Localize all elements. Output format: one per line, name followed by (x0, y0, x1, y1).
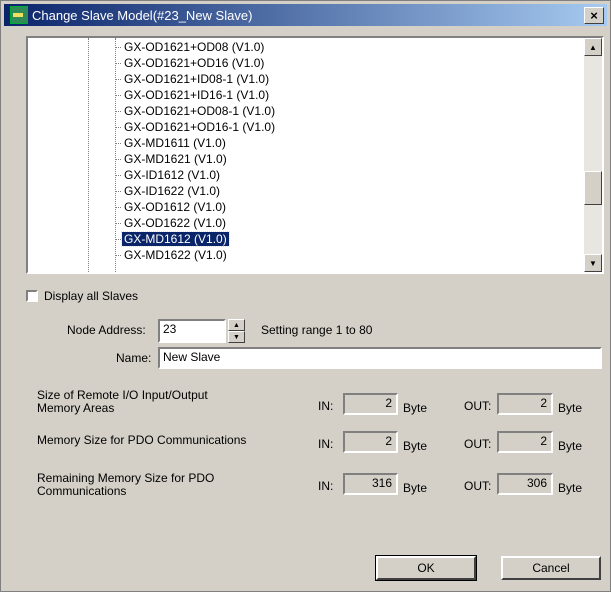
tree-item[interactable]: GX-OD1621+OD16-1 (V1.0) (115, 119, 277, 135)
pdo-in-size-value: 2 (343, 431, 398, 453)
tree-item-label: GX-ID1622 (V1.0) (124, 184, 221, 198)
tree-branch-line (115, 190, 121, 192)
out-label: OUT: (464, 399, 492, 413)
pdo-out-size-value: 2 (497, 431, 553, 453)
tree-branch-line (115, 222, 121, 224)
memory-row-label: Size of Remote I/O Input/Output Memory A… (37, 388, 208, 415)
tree-vertical-scrollbar[interactable]: ▲ ▼ (584, 38, 602, 272)
tree-item-label: GX-OD1621+OD16-1 (V1.0) (124, 120, 276, 134)
tree-item[interactable]: GX-OD1621+OD08 (V1.0) (115, 39, 266, 55)
tree-item-label: GX-MD1612 (V1.0) (121, 231, 230, 247)
tree-item[interactable]: GX-OD1622 (V1.0) (115, 215, 228, 231)
display-all-slaves-checkbox[interactable] (26, 290, 38, 302)
spin-down-arrow-icon[interactable]: ▼ (228, 331, 245, 343)
tree-item[interactable]: GX-OD1621+ID08-1 (V1.0) (115, 71, 271, 87)
tree-branch-line (115, 94, 121, 96)
out-label: OUT: (464, 437, 492, 451)
tree-item[interactable]: GX-MD1622 (V1.0) (115, 247, 229, 263)
app-icon (10, 6, 28, 24)
node-address-input[interactable]: 23 (158, 319, 226, 343)
tree-item-label: GX-MD1621 (V1.0) (124, 152, 227, 166)
byte-unit: Byte (403, 439, 428, 453)
tree-item[interactable]: GX-OD1612 (V1.0) (115, 199, 228, 215)
display-all-slaves-option[interactable]: Display all Slaves (26, 289, 138, 303)
tree-item[interactable]: GX-MD1621 (V1.0) (115, 151, 229, 167)
window-title: Change Slave Model(#23_New Slave) (32, 7, 253, 23)
memory-row-label: Remaining Memory Size for PDO Communicat… (37, 471, 215, 498)
byte-unit: Byte (558, 401, 583, 415)
title-bar[interactable]: Change Slave Model(#23_New Slave) × (4, 4, 607, 26)
tree-branch-line (115, 110, 121, 112)
out-label: OUT: (464, 479, 492, 493)
tree-item-label: GX-OD1621+OD16 (V1.0) (124, 56, 265, 70)
tree-item-label: GX-OD1622 (V1.0) (124, 216, 227, 230)
byte-unit: Byte (403, 401, 428, 415)
slave-model-tree[interactable]: GX-OD1621+OD08 (V1.0) GX-OD1621+OD16 (V1… (26, 36, 604, 274)
tree-item[interactable]: GX-MD1611 (V1.0) (115, 135, 228, 151)
tree-branch-line (115, 174, 121, 176)
byte-unit: Byte (558, 439, 583, 453)
in-label: IN: (318, 479, 334, 493)
io-in-size-value: 2 (343, 393, 398, 415)
memory-row-label: Memory Size for PDO Communications (37, 433, 247, 447)
tree-item-label: GX-OD1621+OD08-1 (V1.0) (124, 104, 276, 118)
tree-item-label: GX-MD1611 (V1.0) (124, 136, 226, 150)
tree-item-label: GX-OD1612 (V1.0) (124, 200, 227, 214)
scroll-down-arrow-icon[interactable]: ▼ (584, 254, 602, 272)
tree-list: GX-OD1621+OD08 (V1.0) GX-OD1621+OD16 (V1… (28, 38, 584, 272)
byte-unit: Byte (558, 481, 583, 495)
display-all-slaves-label: Display all Slaves (44, 289, 139, 303)
tree-guide-line (88, 38, 89, 272)
io-out-size-value: 2 (497, 393, 553, 415)
pdo-remaining-in-value: 316 (343, 473, 398, 495)
in-label: IN: (318, 399, 334, 413)
tree-item-label: GX-OD1621+ID08-1 (V1.0) (124, 72, 270, 86)
tree-item-label: GX-OD1621+OD08 (V1.0) (124, 40, 265, 54)
tree-branch-line (115, 158, 121, 160)
scroll-thumb[interactable] (584, 171, 602, 205)
tree-branch-line (115, 238, 121, 240)
node-address-spinner[interactable]: ▲ ▼ (228, 319, 245, 343)
tree-branch-line (115, 46, 121, 48)
tree-branch-line (115, 206, 121, 208)
node-address-label: Node Address: (67, 323, 146, 337)
setting-range-text: Setting range 1 to 80 (261, 323, 373, 337)
tree-item[interactable]: GX-OD1621+OD16 (V1.0) (115, 55, 266, 71)
tree-item-label: GX-ID1612 (V1.0) (124, 168, 221, 182)
tree-item-selected[interactable]: GX-MD1612 (V1.0) (115, 231, 230, 247)
tree-item[interactable]: GX-OD1621+ID16-1 (V1.0) (115, 87, 271, 103)
change-slave-model-dialog: Change Slave Model(#23_New Slave) × GX-O… (0, 0, 611, 592)
tree-branch-line (115, 142, 121, 144)
tree-item-label: GX-MD1622 (V1.0) (124, 248, 227, 262)
tree-branch-line (115, 126, 121, 128)
tree-item[interactable]: GX-OD1621+OD08-1 (V1.0) (115, 103, 277, 119)
name-input[interactable]: New Slave (158, 347, 602, 369)
pdo-remaining-out-value: 306 (497, 473, 553, 495)
byte-unit: Byte (403, 481, 428, 495)
tree-branch-line (115, 78, 121, 80)
tree-item[interactable]: GX-ID1622 (V1.0) (115, 183, 222, 199)
cancel-button[interactable]: Cancel (501, 556, 601, 580)
scroll-up-arrow-icon[interactable]: ▲ (584, 38, 602, 56)
tree-branch-line (115, 254, 121, 256)
ok-button[interactable]: OK (375, 555, 477, 581)
close-button[interactable]: × (584, 6, 604, 24)
spin-up-arrow-icon[interactable]: ▲ (228, 319, 245, 331)
tree-branch-line (115, 62, 121, 64)
tree-item-label: GX-OD1621+ID16-1 (V1.0) (124, 88, 270, 102)
name-label: Name: (116, 351, 152, 365)
tree-item[interactable]: GX-ID1612 (V1.0) (115, 167, 222, 183)
in-label: IN: (318, 437, 334, 451)
